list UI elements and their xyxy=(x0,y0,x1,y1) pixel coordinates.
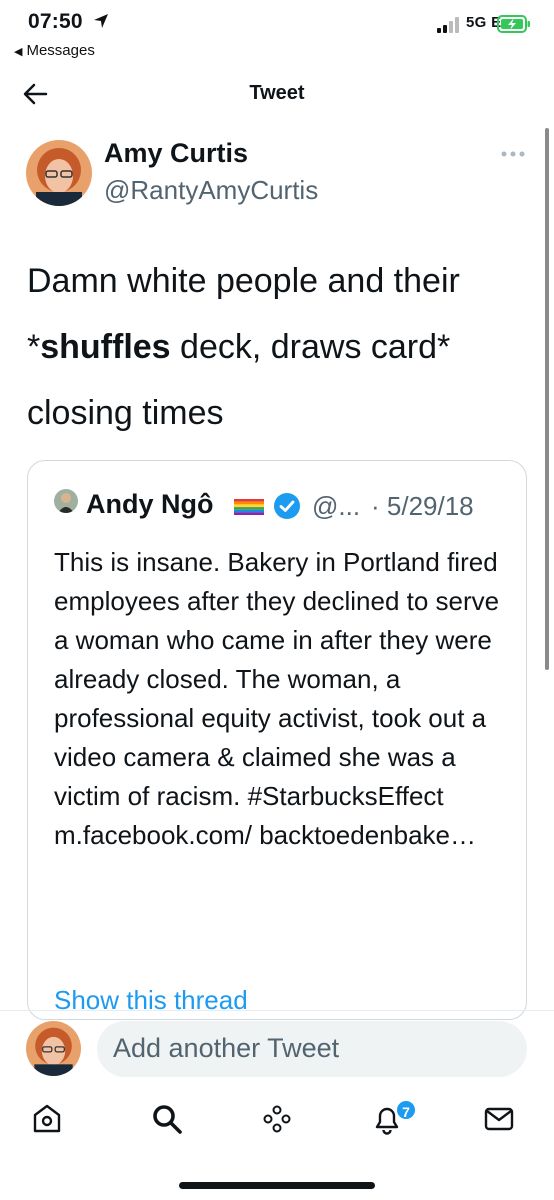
back-to-app-link[interactable]: ◀ Messages xyxy=(14,42,95,59)
add-tweet-placeholder: Add another Tweet xyxy=(113,1033,340,1063)
user-avatar[interactable] xyxy=(26,1021,81,1076)
tweet-text-bold: shuffles xyxy=(40,328,171,366)
author-handle[interactable]: @RantyAmyCurtis xyxy=(104,175,318,206)
tweet-text-line: closing times xyxy=(27,394,224,432)
quoted-tweet-date: · 5/29/18 xyxy=(371,491,474,521)
tweet-text-fragment: deck, draws card* xyxy=(170,328,451,366)
show-thread-link[interactable]: Show this thread xyxy=(54,985,248,1016)
quoted-author-handle: @... xyxy=(312,491,361,521)
battery-charging-icon xyxy=(497,15,530,33)
avatar-image xyxy=(26,1021,81,1076)
messages-icon[interactable] xyxy=(482,1102,516,1136)
author-avatar[interactable] xyxy=(26,140,92,206)
verified-badge-icon xyxy=(274,493,300,519)
page-title: Tweet xyxy=(249,82,305,104)
quoted-author-name: Andy Ngô xyxy=(86,489,214,519)
back-app-label: Messages xyxy=(26,42,95,59)
home-indicator[interactable] xyxy=(179,1182,375,1189)
divider xyxy=(0,1010,554,1011)
more-options-icon[interactable] xyxy=(500,150,526,158)
tweet-text: Damn white people and their *shuffles de… xyxy=(27,248,537,446)
tweet-text-line: *shuffles deck, draws card* xyxy=(27,314,537,380)
home-icon[interactable] xyxy=(30,1102,64,1136)
scrollbar[interactable] xyxy=(545,128,549,670)
tweet-text-line: Damn white people and their xyxy=(27,262,460,300)
location-arrow-icon xyxy=(94,14,108,28)
avatar-image xyxy=(54,489,78,513)
back-triangle-icon: ◀ xyxy=(14,46,23,58)
avatar-image xyxy=(26,140,92,206)
quoted-tweet-text: This is insane. Bakery in Portland fired… xyxy=(54,547,500,850)
tweet-text-fragment: * xyxy=(27,328,41,366)
search-icon[interactable] xyxy=(150,1102,184,1136)
top-navigation-bar: Tweet xyxy=(0,70,554,120)
spaces-icon[interactable] xyxy=(260,1102,294,1136)
cellular-signal-icon xyxy=(437,17,459,33)
author-name[interactable]: Amy Curtis xyxy=(104,138,248,169)
status-time: 07:50 xyxy=(28,10,83,33)
rainbow-flag-icon xyxy=(234,499,264,515)
status-bar: 07:50 ◀ Messages 5G E xyxy=(0,0,554,66)
quoted-tweet-card[interactable]: Andy Ngô @... · 5/29/18 This is insane. … xyxy=(27,460,527,1020)
notifications-badge: 7 xyxy=(395,1099,417,1121)
quoted-author-avatar xyxy=(54,489,78,513)
